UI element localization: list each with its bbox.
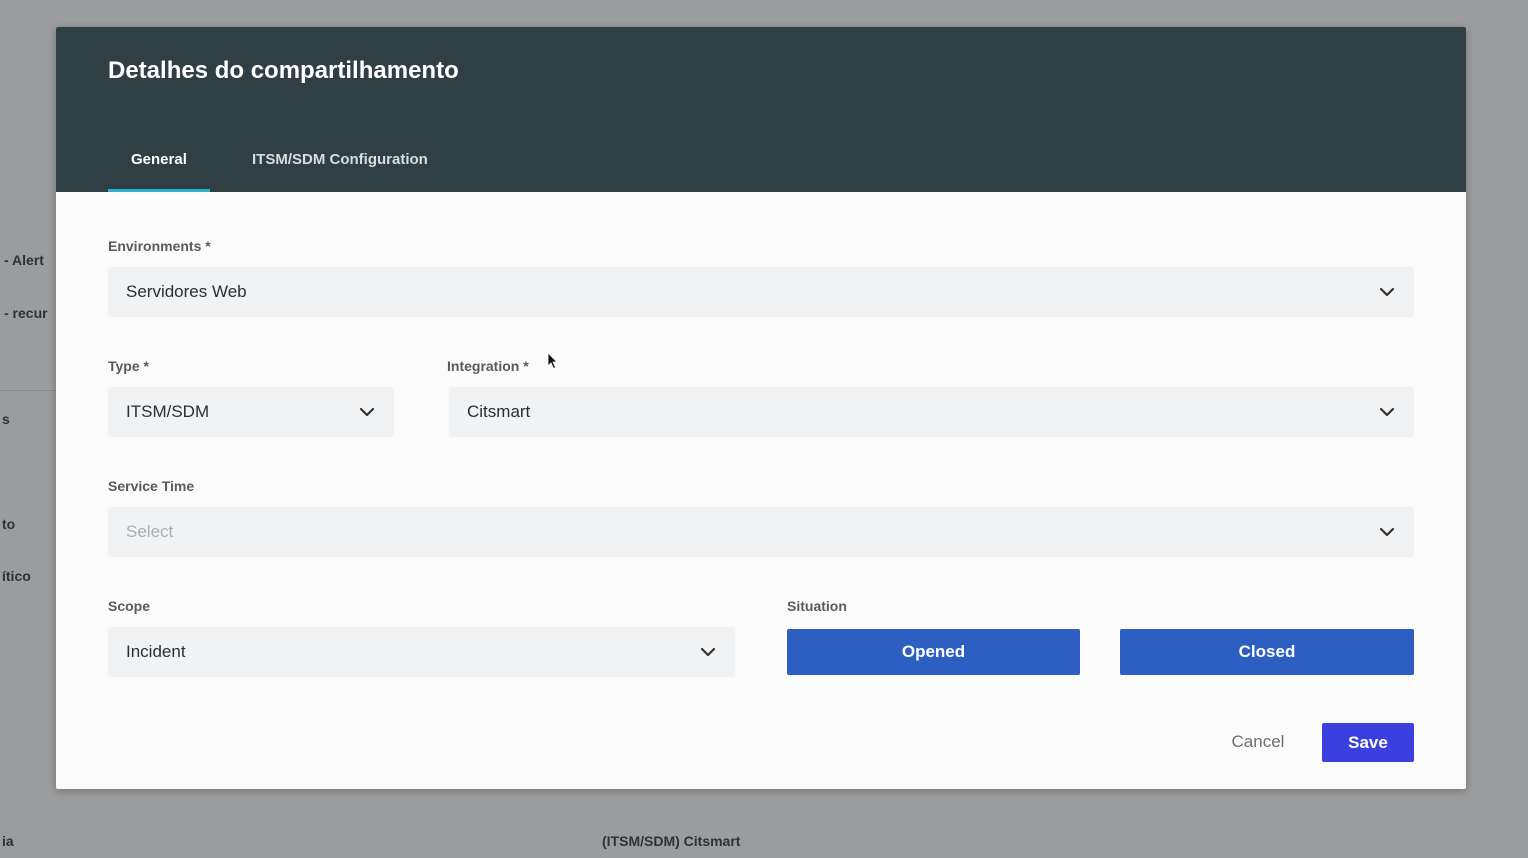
situation-closed-button[interactable]: Closed: [1120, 629, 1414, 675]
cancel-button[interactable]: Cancel: [1216, 723, 1300, 761]
tab-itsm-sdm-configuration[interactable]: ITSM/SDM Configuration: [252, 151, 428, 192]
background-label: s: [2, 411, 10, 427]
background-divider: [0, 390, 60, 391]
scope-label: Scope: [108, 598, 151, 614]
modal-title: Detalhes do compartilhamento: [108, 57, 459, 84]
chevron-down-icon: [1379, 527, 1395, 537]
integration-label: Integration *: [447, 358, 529, 374]
type-value: ITSM/SDM: [126, 402, 210, 421]
service-time-placeholder: Select: [126, 522, 174, 541]
save-button[interactable]: Save: [1322, 723, 1414, 762]
background-label: - recur: [4, 305, 48, 321]
tab-general[interactable]: General: [108, 151, 210, 192]
situation-label: Situation: [787, 598, 847, 614]
tab-label: ITSM/SDM Configuration: [252, 151, 428, 168]
service-time-select[interactable]: Select: [108, 507, 1414, 557]
integration-select[interactable]: Citsmart: [449, 387, 1414, 437]
service-time-label: Service Time: [108, 478, 195, 494]
modal-header: Detalhes do compartilhamento General ITS…: [56, 27, 1466, 192]
background-label: ia: [2, 833, 14, 849]
situation-opened-button[interactable]: Opened: [787, 629, 1080, 675]
type-select[interactable]: ITSM/SDM: [108, 387, 394, 437]
active-tab-indicator: [108, 189, 210, 192]
chevron-down-icon: [1379, 407, 1395, 417]
chevron-down-icon: [359, 407, 375, 417]
scope-value: Incident: [126, 642, 186, 661]
environments-value: Servidores Web: [126, 282, 247, 301]
chevron-down-icon: [700, 647, 716, 657]
integration-value: Citsmart: [467, 402, 531, 421]
background-label: to: [2, 516, 16, 532]
background-label: - Alert: [4, 252, 44, 268]
type-label: Type *: [108, 358, 149, 374]
chevron-down-icon: [1379, 287, 1395, 297]
environments-label: Environments *: [108, 238, 211, 254]
mouse-cursor-icon: [547, 352, 558, 370]
scope-select[interactable]: Incident: [108, 627, 735, 677]
background-row-text: (ITSM/SDM) Citsmart: [602, 833, 741, 849]
share-details-modal: Detalhes do compartilhamento General ITS…: [56, 27, 1466, 789]
environments-select[interactable]: Servidores Web: [108, 267, 1414, 317]
tab-label: General: [131, 151, 187, 168]
background-label: ítico: [2, 568, 31, 584]
